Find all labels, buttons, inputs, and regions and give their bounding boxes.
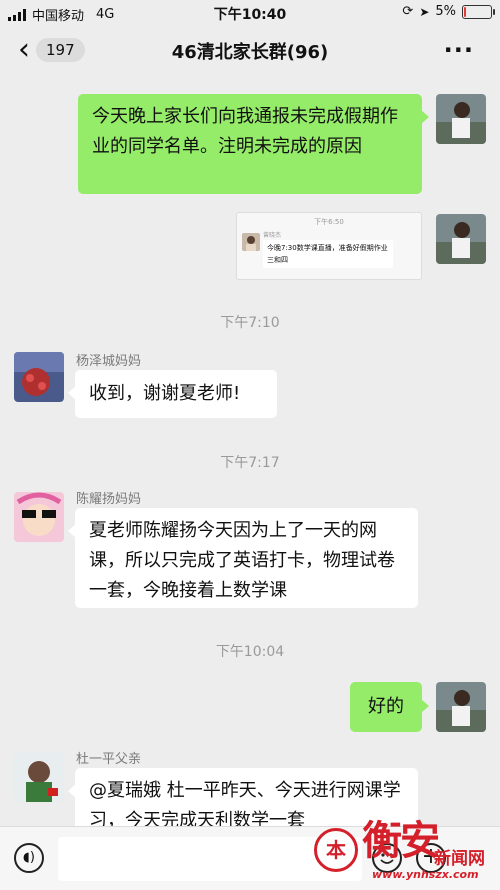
screenshot-avatar: [242, 233, 260, 251]
watermark-url: www.ynhszx.com: [372, 868, 479, 881]
avatar-self[interactable]: [436, 214, 486, 264]
watermark-name: 衡安: [362, 817, 440, 864]
screenshot-message: 今晚7:30数学课直播，准备好假期作业三和四: [263, 240, 393, 268]
screenshot-time: 下午6:50: [314, 218, 344, 226]
avatar-image: [14, 492, 64, 542]
bubble-tail: [68, 386, 76, 400]
bubble-tail: [421, 699, 429, 713]
voice-button[interactable]: ◖): [14, 843, 44, 873]
message-text: 夏老师陈耀扬今天因为上了一天的网课，所以只完成了英语打卡，物理试卷一套，今晚接着…: [89, 520, 395, 601]
avatar-self[interactable]: [436, 682, 486, 732]
sender-name: 杨泽城妈妈: [76, 354, 142, 369]
timestamp: 下午7:17: [220, 455, 280, 471]
site-watermark: 本 衡安 新闻网 www.ynhszx.com: [312, 806, 500, 886]
avatar-image: [436, 94, 486, 144]
bubble-tail: [68, 524, 76, 538]
screenshot-sender: 曾晓杰: [263, 232, 282, 239]
bubble-tail: [68, 784, 76, 798]
avatar-image: [14, 352, 64, 402]
status-right: ⟳ ➤ 5%: [402, 4, 495, 19]
avatar-contact[interactable]: [14, 352, 64, 402]
battery-percent: 5%: [435, 4, 456, 19]
avatar-contact[interactable]: [14, 492, 64, 542]
rotation-lock-icon: ⟳: [402, 4, 414, 19]
voice-icon: ◖): [23, 850, 35, 865]
message-bubble-incoming[interactable]: 收到，谢谢夏老师!: [75, 370, 277, 418]
avatar-self[interactable]: [436, 94, 486, 144]
message-text: 今天晚上家长们向我通报未完成假期作业的同学名单。注明未完成的原因: [92, 106, 398, 157]
location-icon: ➤: [419, 4, 430, 19]
status-bar: 中国移动 4G 下午10:40 ⟳ ➤ 5%: [0, 0, 500, 26]
message-text: 好的: [368, 696, 404, 717]
timestamp: 下午10:04: [215, 644, 285, 660]
watermark-sub: 新闻网: [434, 849, 485, 869]
more-dots-icon: ···: [443, 36, 474, 64]
message-bubble-outgoing[interactable]: 好的: [350, 682, 422, 732]
chat-header: ‹ 197 46清北家长群(96) ···: [0, 26, 500, 76]
chat-title: 46清北家长群(96): [171, 42, 329, 63]
message-bubble-incoming[interactable]: 夏老师陈耀扬今天因为上了一天的网课，所以只完成了英语打卡，物理试卷一套，今晚接着…: [75, 508, 418, 608]
sender-name: 陈耀扬妈妈: [76, 492, 142, 507]
more-button[interactable]: ···: [444, 36, 474, 64]
message-bubble-outgoing[interactable]: 今天晚上家长们向我通报未完成假期作业的同学名单。注明未完成的原因: [78, 94, 422, 194]
avatar-image: [14, 752, 64, 802]
avatar-image: [436, 682, 486, 732]
bubble-tail: [421, 110, 429, 124]
avatar-contact[interactable]: [14, 752, 64, 802]
shared-screenshot-image[interactable]: 下午6:50 曾晓杰 今晚7:30数学课直播，准备好假期作业三和四: [236, 212, 422, 280]
message-text: 收到，谢谢夏老师!: [89, 383, 241, 404]
timestamp: 下午7:10: [220, 315, 280, 331]
sender-name: 杜一平父亲: [76, 752, 142, 767]
battery-icon: [462, 4, 495, 19]
avatar-image: [436, 214, 486, 264]
watermark-seal-icon: 本: [314, 828, 358, 872]
battery-fill: [464, 6, 467, 17]
